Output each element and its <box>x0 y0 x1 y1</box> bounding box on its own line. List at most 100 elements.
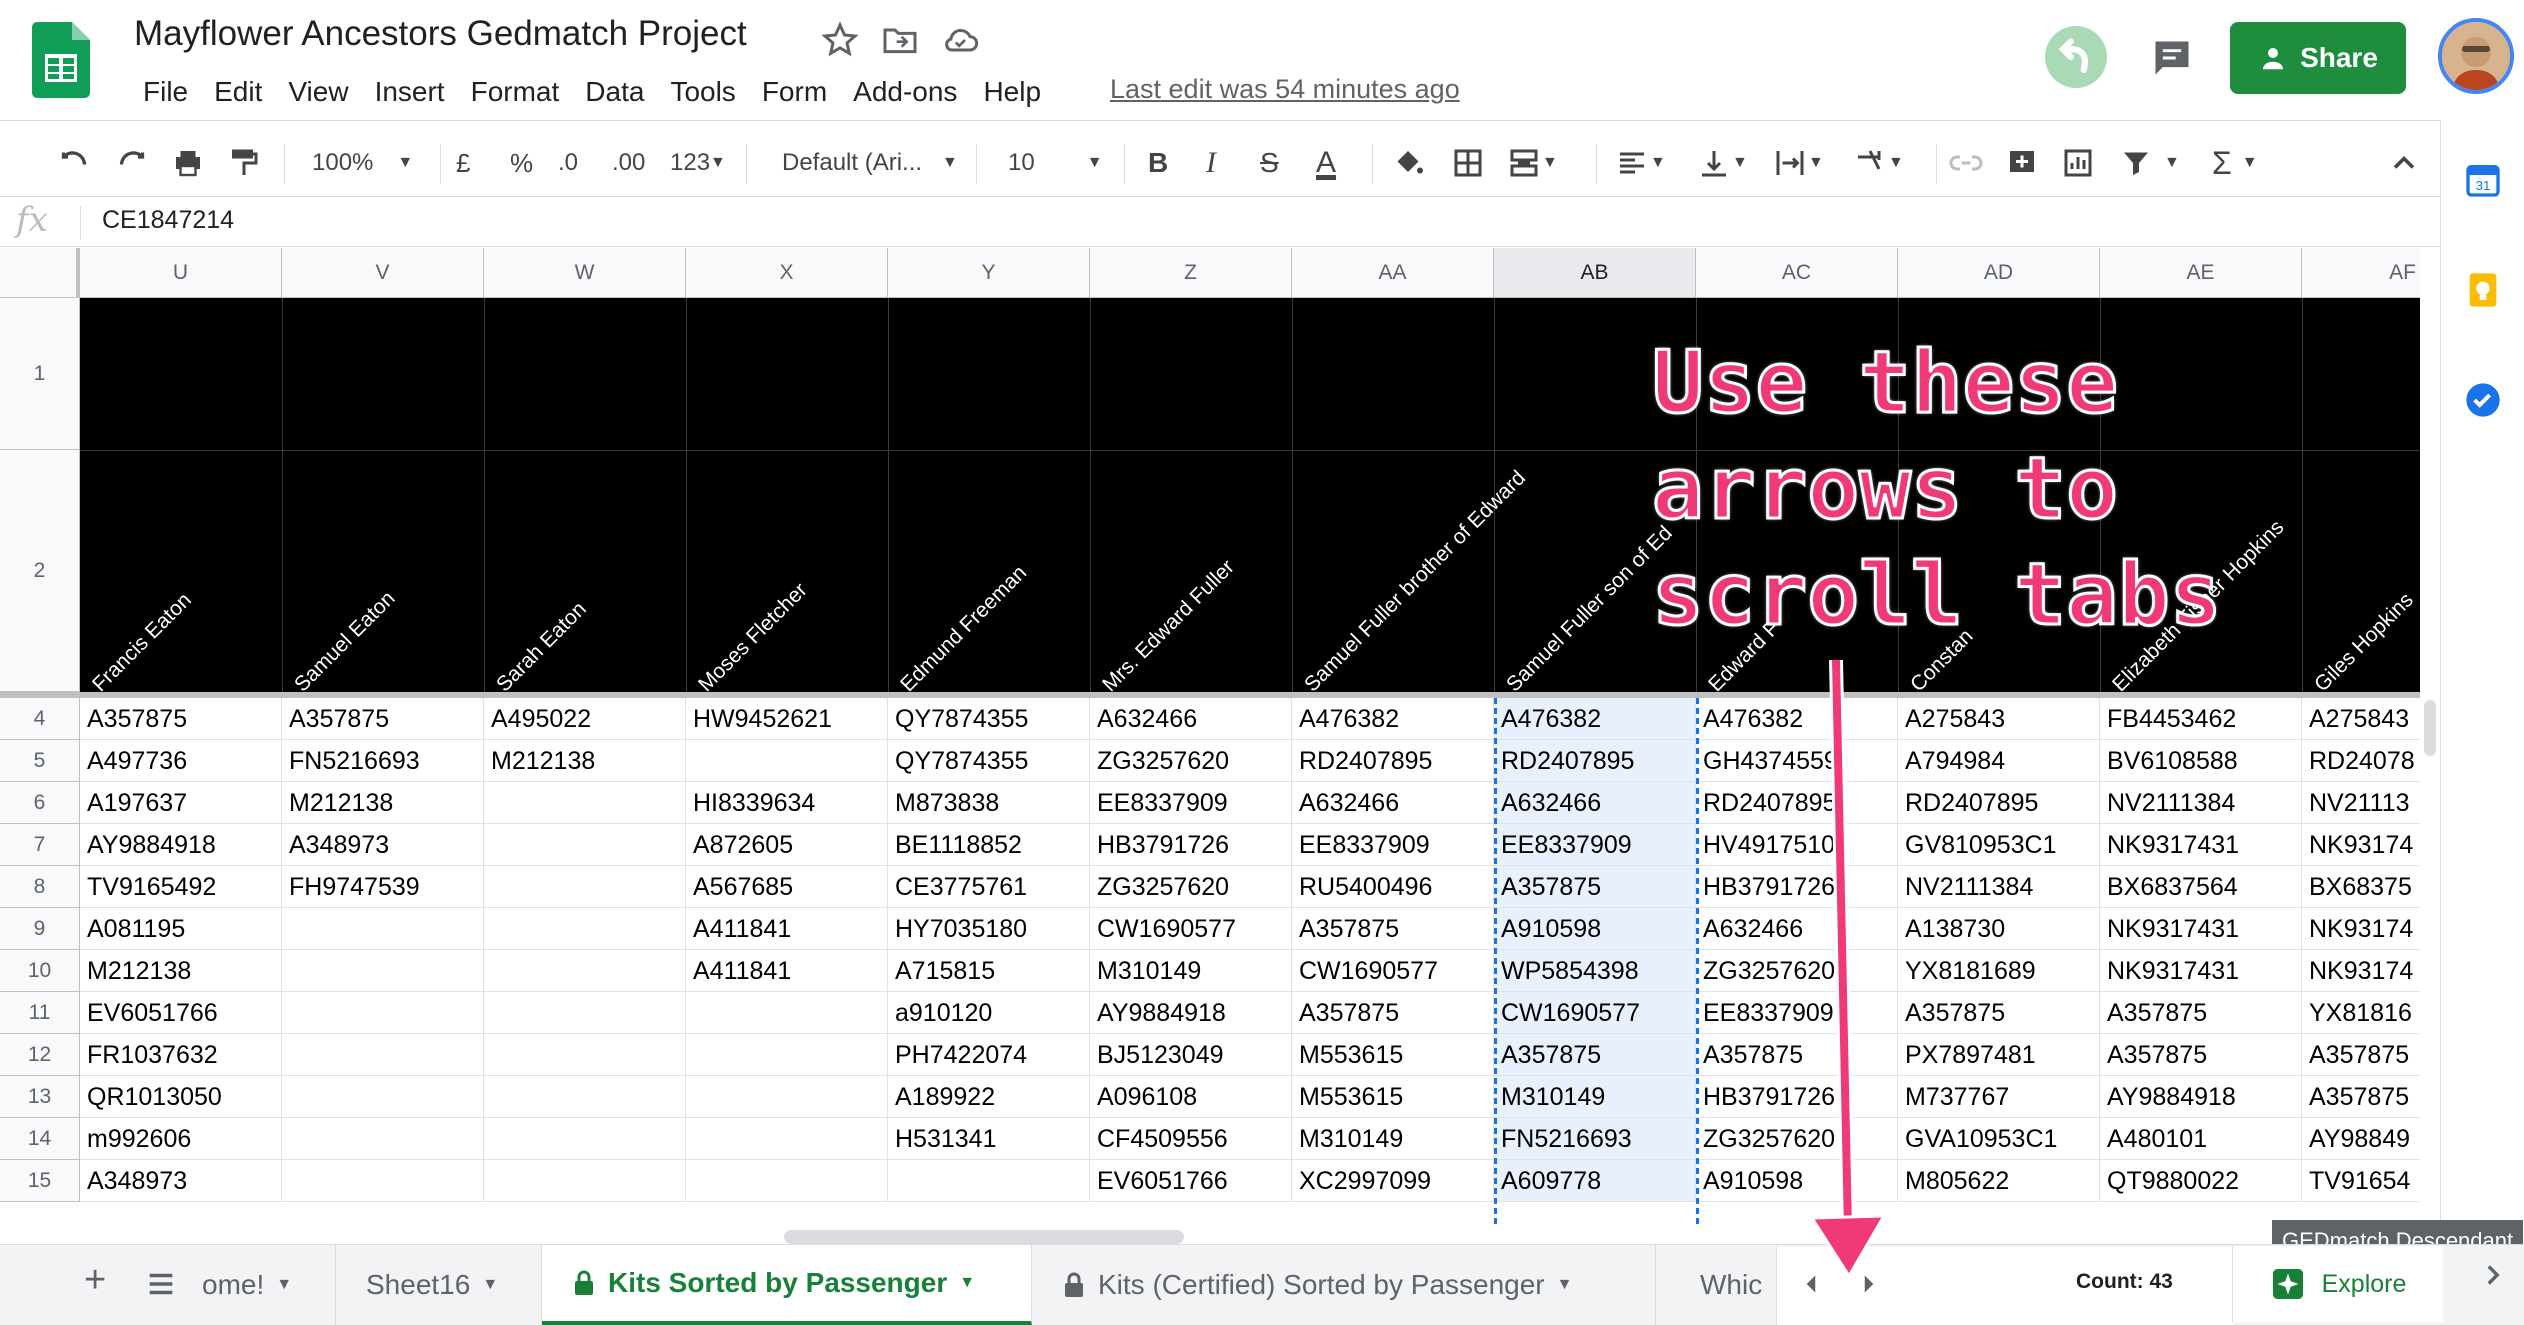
account-avatar[interactable] <box>2438 18 2514 94</box>
italic-button[interactable]: I <box>1206 130 1216 196</box>
table-cell[interactable]: BX6837564 <box>2100 866 2302 908</box>
tasks-icon[interactable] <box>2463 380 2503 420</box>
table-cell[interactable]: RD2407895 <box>1494 740 1696 782</box>
table-cell[interactable]: M212138 <box>484 740 686 782</box>
table-cell[interactable]: A275843 <box>1898 698 2100 740</box>
column-header-ad[interactable]: AD <box>1898 248 2100 298</box>
table-cell[interactable] <box>686 1160 888 1202</box>
table-cell[interactable] <box>484 866 686 908</box>
percent-format-button[interactable]: % <box>510 130 533 196</box>
table-cell[interactable]: PH7422074 <box>888 1034 1090 1076</box>
table-cell[interactable]: A275843 <box>2302 698 2420 740</box>
table-cell[interactable]: A910598 <box>1696 1160 1898 1202</box>
column-header-ac[interactable]: AC <box>1696 248 1898 298</box>
table-cell[interactable]: EE8337909 <box>1494 824 1696 866</box>
tab-kits-certified[interactable]: Kits (Certified) Sorted by Passenger ▼ <box>1032 1245 1656 1325</box>
row-header[interactable]: 6 <box>0 782 80 824</box>
table-cell[interactable]: TV91654 <box>2302 1160 2420 1202</box>
table-cell[interactable]: CF4509556 <box>1090 1118 1292 1160</box>
side-panel-toggle-icon[interactable] <box>2476 1258 2510 1292</box>
table-cell[interactable]: CW1690577 <box>1090 908 1292 950</box>
table-cell[interactable] <box>686 740 888 782</box>
menu-form[interactable]: Form <box>749 72 840 112</box>
version-history-button[interactable] <box>2045 26 2107 88</box>
table-cell[interactable]: GH4374559 <box>1696 740 1898 782</box>
table-cell[interactable]: FB4453462 <box>2100 698 2302 740</box>
column-header-v[interactable]: V <box>282 248 484 298</box>
table-cell[interactable] <box>484 950 686 992</box>
table-cell[interactable]: M310149 <box>1292 1118 1494 1160</box>
row-header[interactable]: 7 <box>0 824 80 866</box>
table-cell[interactable]: NK93174 <box>2302 824 2420 866</box>
table-cell[interactable]: A138730 <box>1898 908 2100 950</box>
table-cell[interactable]: NK9317431 <box>2100 908 2302 950</box>
formula-input[interactable]: CE1847214 <box>102 206 234 235</box>
borders-button[interactable] <box>1450 130 1486 196</box>
table-cell[interactable]: A357875 <box>2100 1034 2302 1076</box>
table-cell[interactable]: A096108 <box>1090 1076 1292 1118</box>
table-cell[interactable]: YX81816 <box>2302 992 2420 1034</box>
row-header[interactable]: 8 <box>0 866 80 908</box>
table-cell[interactable] <box>282 1160 484 1202</box>
table-cell[interactable]: M553615 <box>1292 1034 1494 1076</box>
table-cell[interactable]: A495022 <box>484 698 686 740</box>
table-cell[interactable]: RU5400496 <box>1292 866 1494 908</box>
calendar-icon[interactable]: 31 <box>2463 160 2503 200</box>
table-cell[interactable]: AY9884918 <box>2100 1076 2302 1118</box>
table-cell[interactable]: AY9884918 <box>1090 992 1292 1034</box>
menu-tools[interactable]: Tools <box>657 72 748 112</box>
table-cell[interactable]: ZG3257620 <box>1696 1118 1898 1160</box>
table-cell[interactable]: HI8339634 <box>686 782 888 824</box>
table-cell[interactable]: A476382 <box>1292 698 1494 740</box>
table-cell[interactable]: GVA10953C1 <box>1898 1118 2100 1160</box>
menu-file[interactable]: File <box>130 72 201 112</box>
column-header-ab[interactable]: AB <box>1494 248 1696 298</box>
table-cell[interactable]: A567685 <box>686 866 888 908</box>
table-cell[interactable]: A609778 <box>1494 1160 1696 1202</box>
table-cell[interactable]: EE8337909 <box>1090 782 1292 824</box>
row-header[interactable]: 10 <box>0 950 80 992</box>
table-cell[interactable]: M553615 <box>1292 1076 1494 1118</box>
table-cell[interactable]: NV2111384 <box>2100 782 2302 824</box>
table-cell[interactable]: A872605 <box>686 824 888 866</box>
tab-sheet16[interactable]: Sheet16 ▼ <box>336 1245 542 1325</box>
menu-help[interactable]: Help <box>970 72 1054 112</box>
text-color-button[interactable]: A <box>1316 130 1336 196</box>
last-edit-link[interactable]: Last edit was 54 minutes ago <box>1110 74 1460 105</box>
row-header[interactable]: 2 <box>0 450 80 692</box>
menu-view[interactable]: View <box>275 72 361 112</box>
table-cell[interactable] <box>282 1076 484 1118</box>
table-cell[interactable]: NK9317431 <box>2100 950 2302 992</box>
table-cell[interactable] <box>686 992 888 1034</box>
cloud-saved-icon[interactable] <box>940 20 980 60</box>
table-cell[interactable]: EE8337909 <box>1696 992 1898 1034</box>
merge-cells-button[interactable]: ▼ <box>1506 130 1558 196</box>
tab-kits-sorted-by-passenger[interactable]: Kits Sorted by Passenger ▼ <box>542 1245 1032 1325</box>
insert-comment-button[interactable] <box>2004 130 2040 196</box>
column-header-ae[interactable]: AE <box>2100 248 2302 298</box>
table-cell[interactable]: AY9884918 <box>80 824 282 866</box>
table-cell[interactable]: TV9165492 <box>80 866 282 908</box>
table-cell[interactable]: A197637 <box>80 782 282 824</box>
table-cell[interactable]: NK93174 <box>2302 950 2420 992</box>
column-header-x[interactable]: X <box>686 248 888 298</box>
row-header[interactable]: 13 <box>0 1076 80 1118</box>
table-cell[interactable]: A632466 <box>1090 698 1292 740</box>
select-all-corner[interactable] <box>0 248 80 298</box>
table-cell[interactable]: A411841 <box>686 950 888 992</box>
table-cell[interactable]: NV2111384 <box>1898 866 2100 908</box>
table-cell[interactable]: AY98849 <box>2302 1118 2420 1160</box>
table-cell[interactable] <box>686 1118 888 1160</box>
table-cell[interactable]: FN5216693 <box>282 740 484 782</box>
comment-history-icon[interactable] <box>2150 36 2194 80</box>
table-cell[interactable]: A632466 <box>1292 782 1494 824</box>
table-cell[interactable]: FN5216693 <box>1494 1118 1696 1160</box>
row-header[interactable]: 4 <box>0 698 80 740</box>
table-cell[interactable]: H531341 <box>888 1118 1090 1160</box>
table-cell[interactable] <box>282 992 484 1034</box>
table-cell[interactable]: RD24078 <box>2302 740 2420 782</box>
table-cell[interactable]: M873838 <box>888 782 1090 824</box>
table-cell[interactable]: QY7874355 <box>888 740 1090 782</box>
column-header-z[interactable]: Z <box>1090 248 1292 298</box>
row-header[interactable]: 5 <box>0 740 80 782</box>
